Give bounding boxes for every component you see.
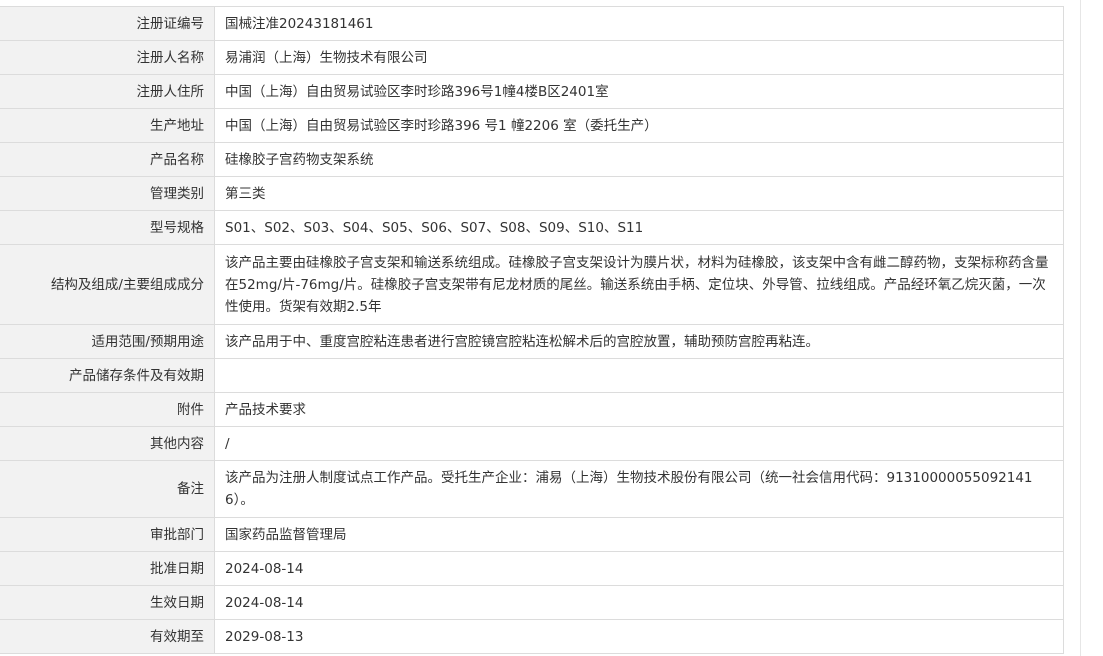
- field-value: /: [214, 426, 1064, 461]
- table-row: 注册人名称 易浦润（上海）生物技术有限公司: [0, 40, 1064, 75]
- detail-table: 注册证编号 国械注准20243181461 注册人名称 易浦润（上海）生物技术有…: [0, 6, 1064, 654]
- field-label: 注册证编号: [0, 6, 215, 41]
- table-row: 附件 产品技术要求: [0, 392, 1064, 427]
- field-label: 生产地址: [0, 108, 215, 143]
- field-value: 产品技术要求: [214, 392, 1064, 427]
- field-value: 2029-08-13: [214, 619, 1064, 654]
- field-value: 2024-08-14: [214, 551, 1064, 586]
- field-label: 型号规格: [0, 210, 215, 245]
- table-row: 注册证编号 国械注准20243181461: [0, 6, 1064, 41]
- table-row: 型号规格 S01、S02、S03、S04、S05、S06、S07、S08、S09…: [0, 210, 1064, 245]
- field-value: 该产品用于中、重度宫腔粘连患者进行宫腔镜宫腔粘连松解术后的宫腔放置，辅助预防宫腔…: [214, 324, 1064, 359]
- field-value: 国械注准20243181461: [214, 6, 1064, 41]
- table-row: 注册人住所 中国（上海）自由贸易试验区李时珍路396号1幢4楼B区2401室: [0, 74, 1064, 109]
- field-label: 结构及组成/主要组成成分: [0, 244, 215, 325]
- table-row: 其他内容 /: [0, 426, 1064, 461]
- field-value: 中国（上海）自由贸易试验区李时珍路396号1幢4楼B区2401室: [214, 74, 1064, 109]
- table-row: 备注 该产品为注册人制度试点工作产品。受托生产企业：浦易（上海）生物技术股份有限…: [0, 460, 1064, 518]
- field-value: 该产品为注册人制度试点工作产品。受托生产企业：浦易（上海）生物技术股份有限公司（…: [214, 460, 1064, 518]
- field-label: 产品名称: [0, 142, 215, 177]
- table-row: 适用范围/预期用途 该产品用于中、重度宫腔粘连患者进行宫腔镜宫腔粘连松解术后的宫…: [0, 324, 1064, 359]
- field-label: 其他内容: [0, 426, 215, 461]
- field-value: 该产品主要由硅橡胶子宫支架和输送系统组成。硅橡胶子宫支架设计为膜片状，材料为硅橡…: [214, 244, 1064, 325]
- field-label: 产品储存条件及有效期: [0, 358, 215, 393]
- field-value: [214, 358, 1064, 393]
- field-label: 注册人住所: [0, 74, 215, 109]
- table-row: 生产地址 中国（上海）自由贸易试验区李时珍路396 号1 幢2206 室（委托生…: [0, 108, 1064, 143]
- table-row: 管理类别 第三类: [0, 176, 1064, 211]
- field-label: 有效期至: [0, 619, 215, 654]
- field-label: 管理类别: [0, 176, 215, 211]
- field-label: 备注: [0, 460, 215, 518]
- table-row: 产品储存条件及有效期: [0, 358, 1064, 393]
- field-label: 附件: [0, 392, 215, 427]
- field-label: 批准日期: [0, 551, 215, 586]
- table-row: 生效日期 2024-08-14: [0, 585, 1064, 620]
- field-label: 适用范围/预期用途: [0, 324, 215, 359]
- field-value: 第三类: [214, 176, 1064, 211]
- table-row: 结构及组成/主要组成成分 该产品主要由硅橡胶子宫支架和输送系统组成。硅橡胶子宫支…: [0, 244, 1064, 325]
- registration-detail-table: 注册证编号 国械注准20243181461 注册人名称 易浦润（上海）生物技术有…: [0, 6, 1064, 654]
- table-row: 产品名称 硅橡胶子宫药物支架系统: [0, 142, 1064, 177]
- field-value: 2024-08-14: [214, 585, 1064, 620]
- scrollbar-track[interactable]: [1080, 0, 1091, 656]
- field-label: 注册人名称: [0, 40, 215, 75]
- field-value: S01、S02、S03、S04、S05、S06、S07、S08、S09、S10、…: [214, 210, 1064, 245]
- table-row: 有效期至 2029-08-13: [0, 619, 1064, 654]
- table-row: 批准日期 2024-08-14: [0, 551, 1064, 586]
- field-value: 硅橡胶子宫药物支架系统: [214, 142, 1064, 177]
- table-row: 审批部门 国家药品监督管理局: [0, 517, 1064, 552]
- field-value: 易浦润（上海）生物技术有限公司: [214, 40, 1064, 75]
- field-label: 生效日期: [0, 585, 215, 620]
- field-value: 中国（上海）自由贸易试验区李时珍路396 号1 幢2206 室（委托生产）: [214, 108, 1064, 143]
- field-value: 国家药品监督管理局: [214, 517, 1064, 552]
- field-label: 审批部门: [0, 517, 215, 552]
